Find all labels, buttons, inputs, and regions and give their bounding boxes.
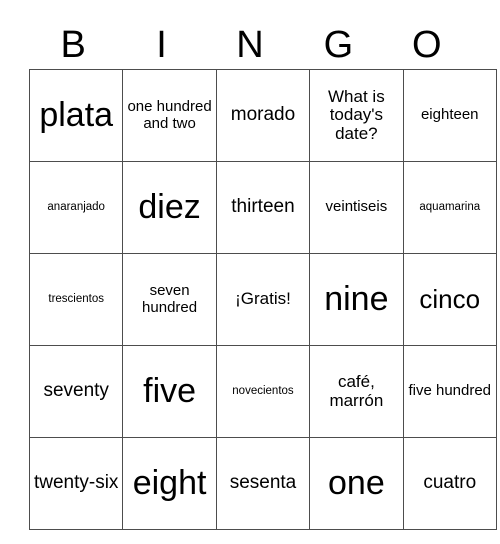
bingo-cell-label: cinco <box>419 283 481 314</box>
bingo-cell[interactable]: one hundred and two <box>122 69 217 162</box>
bingo-cell[interactable]: aquamarina <box>402 161 497 254</box>
bingo-cell[interactable]: anaranjado <box>28 161 124 254</box>
bingo-cell[interactable]: seventy <box>28 345 124 438</box>
bingo-cell[interactable]: eighteen <box>402 69 497 162</box>
bingo-cell[interactable]: five hundred <box>402 345 497 438</box>
bingo-cell-label: nine <box>324 280 389 319</box>
bingo-cell[interactable]: sesenta <box>215 437 311 530</box>
bingo-cell-label: five <box>143 372 197 411</box>
bingo-cell-label: thirteen <box>231 196 295 218</box>
bingo-cell-label: morado <box>230 104 296 126</box>
bingo-cell[interactable]: eight <box>122 437 217 530</box>
bingo-cell-label: seven hundred <box>142 282 198 316</box>
bingo-cell-label: anaranjado <box>47 201 105 214</box>
bingo-cell-label: eight <box>132 464 207 503</box>
bingo-cell[interactable]: veintiseis <box>309 161 404 254</box>
bingo-cell-label: plata <box>39 96 114 135</box>
bingo-cell-label: What is today's date? <box>328 87 385 143</box>
bingo-cell[interactable]: one <box>309 437 404 530</box>
bingo-cell[interactable]: thirteen <box>215 161 311 254</box>
header-letter-n: N <box>236 23 264 66</box>
bingo-row: trescientos seven hundred ¡Gratis! nine cinc… <box>28 253 497 346</box>
bingo-cell[interactable]: novecientos <box>215 345 311 438</box>
bingo-cell-label: veintiseis <box>325 198 388 216</box>
bingo-cell[interactable]: trescientos <box>28 253 124 346</box>
bingo-cell[interactable]: nine <box>309 253 404 346</box>
bingo-cell-label: trescientos <box>48 293 104 306</box>
bingo-cell-label: sesenta <box>229 472 297 494</box>
bingo-cell-label: aquamarina <box>419 201 481 214</box>
bingo-grid: plata one hundred and two morado What is to… <box>28 69 497 530</box>
header-letter-b: B <box>60 23 86 66</box>
bingo-cell[interactable]: café, marrón <box>309 345 404 438</box>
bingo-cell[interactable]: diez <box>122 161 217 254</box>
bingo-row: plata one hundred and two morado What is to… <box>28 69 497 162</box>
bingo-cell[interactable]: morado <box>215 69 311 162</box>
bingo-cell-label: café, marrón <box>329 372 384 410</box>
bingo-cell-label: one hundred and two <box>127 98 212 132</box>
bingo-cell-label: novecientos <box>232 385 294 398</box>
bingo-cell-label: diez <box>138 188 201 227</box>
bingo-cell[interactable]: cuatro <box>402 437 497 530</box>
bingo-cell-label: five hundred <box>408 382 492 400</box>
bingo-cell-label: twenty-six <box>33 472 119 494</box>
bingo-cell[interactable]: seven hundred <box>122 253 217 346</box>
bingo-cell-label: ¡Gratis! <box>235 289 291 309</box>
bingo-cell-label: one <box>328 464 385 503</box>
bingo-header: B I N G O <box>29 20 471 69</box>
bingo-cell-label: cuatro <box>423 472 477 494</box>
bingo-cell[interactable]: plata <box>28 69 124 162</box>
bingo-row: twenty-six eight sesenta one cuatro <box>28 437 497 530</box>
header-letter-i: I <box>156 23 167 66</box>
header-letter-g: G <box>323 23 354 66</box>
header-letter-o: O <box>411 23 442 66</box>
bingo-cell-label: seventy <box>43 380 109 402</box>
bingo-cell[interactable]: twenty-six <box>28 437 124 530</box>
bingo-row: anaranjado diez thirteen veintiseis aquamari… <box>28 161 497 254</box>
bingo-row: seventy five novecientos café, marrón five h… <box>28 345 497 438</box>
bingo-cell[interactable]: What is today's date? <box>309 69 404 162</box>
bingo-cell[interactable]: ¡Gratis! <box>215 253 311 346</box>
bingo-cell-label: eighteen <box>420 106 479 124</box>
bingo-card: B I N G O plata one hundred and two morado… <box>28 20 497 530</box>
bingo-cell[interactable]: cinco <box>402 253 497 346</box>
bingo-cell[interactable]: five <box>122 345 217 438</box>
